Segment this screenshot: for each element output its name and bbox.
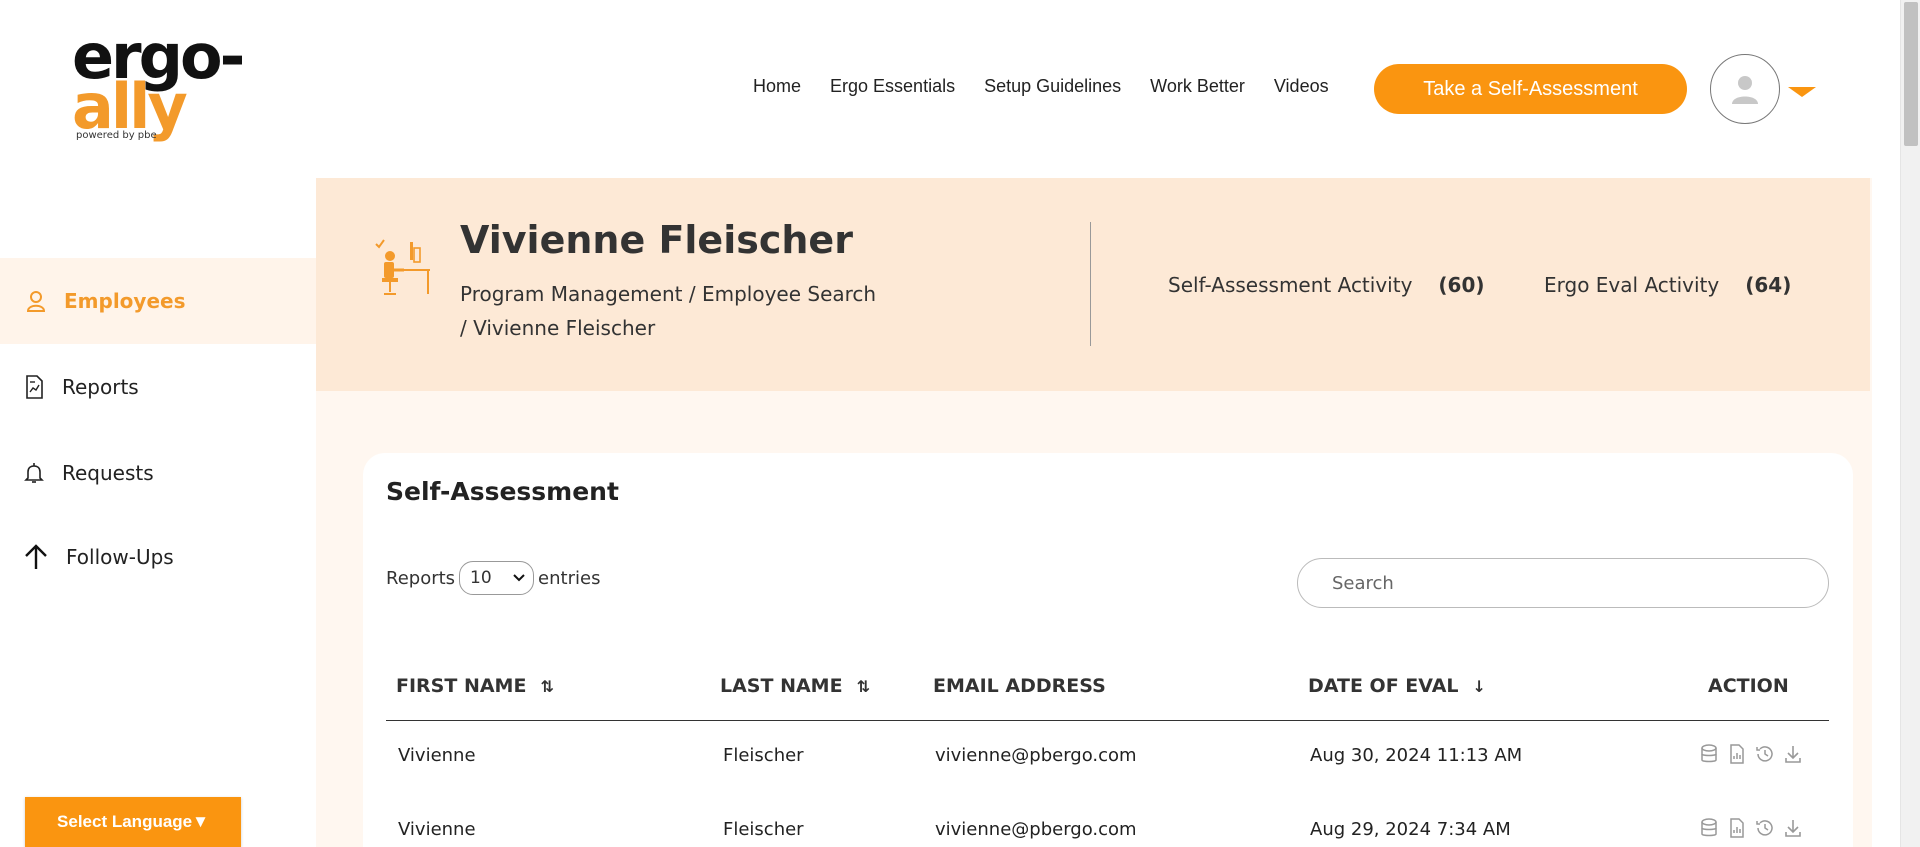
history-icon[interactable]: [1754, 743, 1776, 765]
arrow-up-icon: [24, 544, 48, 569]
stat-count: (60): [1438, 273, 1485, 297]
column-first-name[interactable]: FIRST NAME ⇅: [396, 675, 554, 697]
breadcrumb-current: Vivienne Fleischer: [473, 316, 656, 340]
column-label: LAST NAME: [720, 675, 843, 697]
database-icon[interactable]: [1698, 817, 1720, 839]
employee-banner: Vivienne Fleischer Program Management / …: [316, 178, 1870, 391]
sort-icon: ⇅: [856, 676, 870, 696]
breadcrumb: Program Management / Employee Search: [460, 282, 876, 306]
column-last-name[interactable]: LAST NAME ⇅: [720, 675, 870, 697]
cell-last-name: Fleischer: [723, 819, 804, 840]
download-icon[interactable]: [1782, 743, 1804, 765]
nav-work-better[interactable]: Work Better: [1150, 76, 1245, 97]
sidebar-item-requests[interactable]: Requests: [0, 430, 316, 516]
take-self-assessment-button[interactable]: Take a Self-Assessment: [1374, 64, 1687, 114]
sidebar-item-reports[interactable]: Reports: [0, 344, 316, 430]
column-date-of-eval[interactable]: DATE OF EVAL ↓: [1308, 675, 1486, 697]
sidebar-item-label: Reports: [62, 375, 139, 399]
column-label: EMAIL ADDRESS: [933, 675, 1106, 697]
self-assessment-card: Self-Assessment Reports 10 entries Searc…: [363, 453, 1853, 847]
sidebar-item-label: Requests: [62, 461, 154, 485]
sidebar-item-employees[interactable]: Employees: [0, 258, 316, 344]
bell-icon: [22, 461, 46, 485]
column-label: ACTION: [1708, 675, 1789, 697]
breadcrumb-program-management[interactable]: Program Management: [460, 282, 683, 306]
logo-tagline: powered by pbe: [76, 130, 157, 141]
logo-line-2: ally: [72, 70, 188, 143]
ergo-eval-activity-stat[interactable]: Ergo Eval Activity (64): [1544, 273, 1791, 297]
entries-select[interactable]: 10: [459, 561, 535, 595]
breadcrumb-separator: /: [460, 316, 474, 340]
employee-name: Vivienne Fleischer: [460, 218, 853, 262]
banner-divider: [1090, 222, 1091, 346]
sidebar-item-follow-ups[interactable]: Follow-Ups: [0, 514, 316, 600]
scrollbar-thumb[interactable]: [1904, 2, 1918, 146]
report-file-icon[interactable]: [1726, 817, 1748, 839]
chevron-down-icon: [513, 574, 525, 582]
stat-count: (64): [1745, 273, 1792, 297]
report-icon: [22, 375, 46, 399]
ergo-ally-logo[interactable]: ergo- ally powered by pbe: [72, 26, 292, 146]
self-assessment-activity-stat[interactable]: Self-Assessment Activity (60): [1168, 273, 1485, 297]
user-avatar-icon: [1732, 76, 1758, 104]
nav-setup-guidelines[interactable]: Setup Guidelines: [984, 76, 1121, 97]
table-row: Vivienne Fleischer vivienne@pbergo.com A…: [386, 723, 1829, 793]
table-row: Vivienne Fleischer vivienne@pbergo.com A…: [386, 797, 1829, 847]
entries-control: Reports 10 entries: [386, 561, 600, 595]
main-nav: Home Ergo Essentials Setup Guidelines Wo…: [753, 76, 1358, 97]
breadcrumb-employee-search[interactable]: Employee Search: [702, 282, 876, 306]
nav-videos[interactable]: Videos: [1274, 76, 1329, 97]
top-header: ergo- ally powered by pbe Home Ergo Esse…: [0, 0, 1900, 178]
user-icon: [24, 289, 48, 313]
report-file-icon[interactable]: [1726, 743, 1748, 765]
workstation-desk-icon: [372, 234, 432, 298]
search-input[interactable]: Search: [1297, 558, 1829, 608]
database-icon[interactable]: [1698, 743, 1720, 765]
entries-suffix: entries: [538, 567, 601, 589]
cell-last-name: Fleischer: [723, 745, 804, 766]
avatar[interactable]: [1710, 54, 1780, 124]
select-language-button[interactable]: Select Language▼: [25, 797, 241, 847]
column-label: FIRST NAME: [396, 675, 527, 697]
sort-icon: ⇅: [540, 676, 554, 696]
table-header: FIRST NAME ⇅ LAST NAME ⇅ EMAIL ADDRESS D…: [386, 653, 1829, 721]
sidebar: Employees Reports Requests Follow-Ups: [0, 178, 316, 847]
account-menu-chevron-down-icon[interactable]: [1788, 87, 1816, 97]
download-icon[interactable]: [1782, 817, 1804, 839]
breadcrumb-separator: /: [688, 282, 702, 306]
stat-label: Self-Assessment Activity: [1168, 273, 1413, 297]
stat-label: Ergo Eval Activity: [1544, 273, 1720, 297]
cell-email: vivienne@pbergo.com: [935, 745, 1137, 766]
row-actions: [1698, 817, 1804, 839]
cell-email: vivienne@pbergo.com: [935, 819, 1137, 840]
entries-prefix: Reports: [386, 567, 456, 589]
row-actions: [1698, 743, 1804, 765]
entries-select-value: 10: [470, 568, 492, 588]
page-scrollbar[interactable]: [1900, 0, 1920, 847]
history-icon[interactable]: [1754, 817, 1776, 839]
sidebar-item-label: Employees: [64, 289, 186, 313]
card-title: Self-Assessment: [386, 477, 619, 506]
column-email-address[interactable]: EMAIL ADDRESS: [933, 675, 1106, 697]
breadcrumb-line-2: / Vivienne Fleischer: [460, 316, 655, 340]
column-label: DATE OF EVAL: [1308, 675, 1459, 697]
cell-date: Aug 30, 2024 11:13 AM: [1310, 745, 1523, 766]
nav-ergo-essentials[interactable]: Ergo Essentials: [830, 76, 955, 97]
cell-date: Aug 29, 2024 7:34 AM: [1310, 819, 1511, 840]
nav-home[interactable]: Home: [753, 76, 801, 97]
sort-descending-icon: ↓: [1472, 676, 1486, 696]
column-action: ACTION: [1708, 675, 1789, 697]
cell-first-name: Vivienne: [398, 819, 476, 840]
cell-first-name: Vivienne: [398, 745, 476, 766]
sidebar-item-label: Follow-Ups: [66, 545, 174, 569]
